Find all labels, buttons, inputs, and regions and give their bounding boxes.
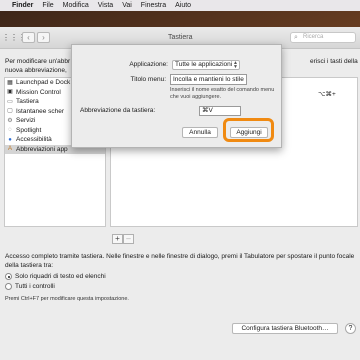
screenshot-icon: ▢ [7, 108, 13, 115]
category-label: Launchpad e Dock [16, 79, 71, 87]
spotlight-icon: ◌ [8, 127, 12, 134]
menu-title-help-text: Inserisci il nome esatto del comando men… [170, 87, 275, 100]
back-button[interactable]: ‹ [22, 32, 35, 43]
cancel-button[interactable]: Annulla [182, 127, 218, 138]
keyboard-access-description: Accesso completo tramite tastiera. Nelle… [5, 253, 355, 269]
add-remove-controls: + – [112, 234, 134, 244]
left-description: Per modificare un'abbr nuova abbreviazio… [5, 58, 71, 74]
application-label: Applicazione: [129, 61, 168, 68]
bluetooth-keyboard-button[interactable]: Configura tastiera Bluetooth… [232, 323, 338, 334]
category-label: Accessibilità [16, 136, 52, 144]
shortcut-label: Abbreviazione da tastiera: [80, 107, 156, 114]
category-label: Servizi [16, 117, 36, 125]
forward-button[interactable]: › [37, 32, 50, 43]
application-select-value: Tutte le applicazioni [175, 61, 233, 68]
menu-vista[interactable]: Vista [98, 2, 113, 9]
category-label: Mission Control [16, 88, 61, 96]
right-description: erisci i tasti della [310, 58, 358, 65]
menu-aiuto[interactable]: Aiuto [175, 2, 191, 9]
services-icon: ⚙ [7, 117, 13, 124]
radio-button-unselected[interactable] [5, 283, 12, 290]
help-button[interactable]: ? [345, 323, 356, 334]
accessibility-icon: ● [8, 136, 12, 143]
shortcut-input[interactable]: ⌘V [199, 106, 241, 116]
menu-finder[interactable]: Finder [12, 2, 33, 9]
search-field[interactable]: ⌕ Ricerca [290, 32, 356, 43]
menu-title-input[interactable]: Incolla e mantieni lo stile [170, 74, 247, 85]
add-button-highlight [223, 118, 274, 142]
radio-label-text-lists: Solo riquadri di testo ed elenchi [15, 273, 106, 280]
menu-title-label: Titolo menu: [130, 76, 166, 83]
launchpad-icon: ▦ [7, 79, 13, 86]
app-shortcuts-icon: A [7, 146, 12, 153]
add-shortcut-button[interactable]: + [112, 234, 123, 244]
keyboard-icon: ▭ [7, 98, 13, 105]
radio-all-controls[interactable]: Tutti i controlli [5, 283, 55, 290]
window-title: Tastiera [168, 34, 193, 41]
search-placeholder: Ricerca [303, 34, 324, 40]
category-label: Tastiera [16, 98, 39, 106]
menu-bar: Finder File Modifica Vista Vai Finestra … [0, 0, 360, 11]
menu-file[interactable]: File [42, 2, 53, 9]
mission-control-icon: ▣ [7, 89, 13, 96]
radio-text-lists[interactable]: Solo riquadri di testo ed elenchi [5, 273, 106, 280]
category-label: Istantanee scher [16, 107, 65, 115]
menu-modifica[interactable]: Modifica [63, 2, 89, 9]
shortcut-key-display: ⌥⌘+ [318, 91, 336, 98]
category-label: Abbreviazioni app [16, 145, 68, 153]
category-label: Spotlight [16, 126, 42, 134]
search-icon: ⌕ [294, 34, 298, 41]
remove-shortcut-button[interactable]: – [123, 234, 134, 244]
radio-label-all-controls: Tutti i controlli [15, 283, 55, 290]
ctrl-f7-hint: Premi Ctrl+F7 per modificare questa impo… [5, 296, 129, 302]
radio-button-selected[interactable] [5, 273, 12, 280]
application-select[interactable]: Tutte le applicazioni ▲ ▼ [172, 60, 240, 70]
menu-vai[interactable]: Vai [122, 2, 132, 9]
select-arrows-icon: ▲ ▼ [233, 60, 238, 70]
menu-finestra[interactable]: Finestra [141, 2, 166, 9]
